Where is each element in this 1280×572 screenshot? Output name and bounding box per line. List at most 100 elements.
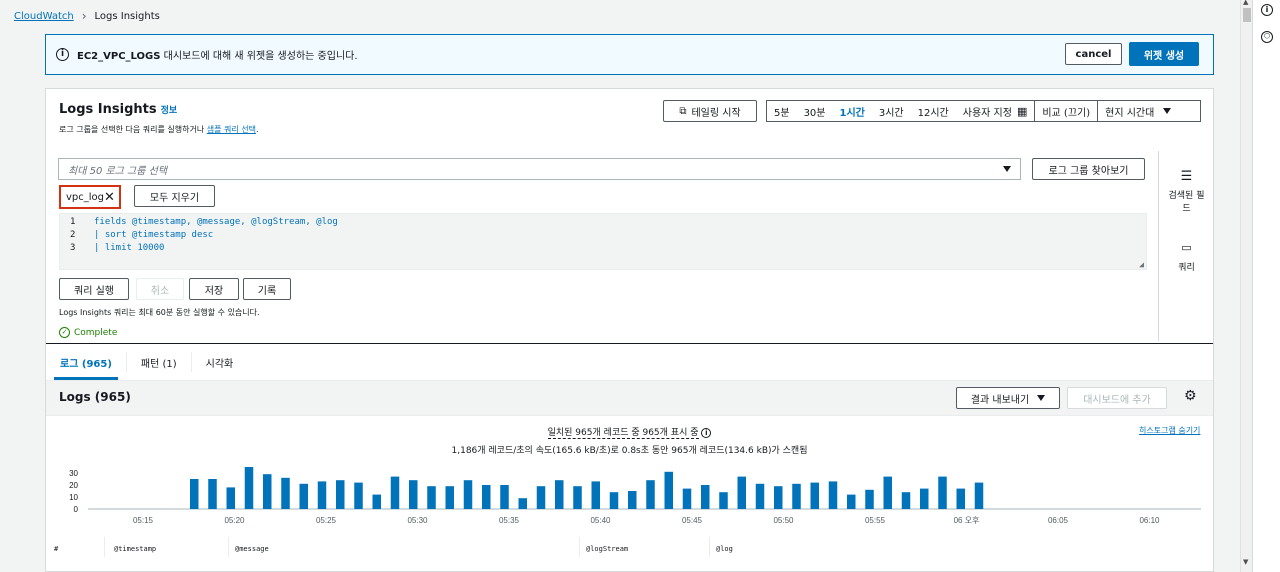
histogram-bar bbox=[536, 486, 546, 509]
query-line-1: fields @timestamp, @message, @logStream,… bbox=[94, 217, 338, 227]
query-editor[interactable]: 1 2 3 fields @timestamp, @message, @logS… bbox=[59, 213, 1147, 270]
cancel-query-button[interactable]: 취소 bbox=[136, 278, 184, 300]
histogram-bar bbox=[664, 471, 673, 509]
export-results-button[interactable]: 결과 내보내기 bbox=[956, 387, 1060, 409]
clear-all-button[interactable]: 모두 지우기 bbox=[134, 185, 215, 207]
info-panel-icon[interactable]: i bbox=[1261, 4, 1273, 16]
tab-logs[interactable]: 로그 (965) bbox=[46, 344, 126, 380]
logs-title: Logs (965) bbox=[59, 390, 131, 404]
query-limit-note: Logs Insights 쿼리는 최대 60분 동안 실행할 수 있습니다. bbox=[59, 308, 260, 317]
queries-toggle[interactable]: ▭ 쿼리 bbox=[1159, 241, 1214, 273]
histogram-bar bbox=[463, 480, 473, 509]
tab-patterns[interactable]: 패턴 (1) bbox=[127, 344, 191, 380]
add-to-dashboard-button[interactable]: 대시보드에 추가 bbox=[1067, 387, 1167, 409]
settings-gear-icon[interactable]: ⚙ bbox=[1184, 388, 1197, 404]
histogram-bar bbox=[628, 491, 637, 509]
caret-down-icon bbox=[1163, 108, 1172, 114]
range-5m[interactable]: 5분 bbox=[767, 101, 797, 121]
start-tailing-button[interactable]: ⧉ 테일링 시작 bbox=[663, 100, 757, 122]
side-panel: ☰ 검색된 필드 ▭ 쿼리 bbox=[1158, 151, 1213, 341]
timezone-select[interactable]: 현지 시간대 bbox=[1097, 101, 1178, 121]
log-group-select[interactable]: 최대 50 로그 그룹 선택 bbox=[58, 158, 1021, 180]
histogram-bar bbox=[755, 483, 765, 509]
histogram-bar bbox=[956, 488, 965, 509]
histogram-bar bbox=[719, 492, 728, 509]
range-12h[interactable]: 12시간 bbox=[911, 101, 956, 121]
histogram-bar bbox=[482, 485, 491, 509]
status-text: Complete bbox=[74, 327, 118, 338]
dashboard-name: EC2_VPC_LOGS bbox=[77, 51, 161, 62]
histogram-bar bbox=[226, 487, 235, 509]
histogram-bar bbox=[847, 494, 856, 509]
matched-records-text: 일치된 965개 레코드 중 965개 표시 중 i bbox=[46, 425, 1213, 439]
x-tick-label: 06 오후 bbox=[954, 516, 980, 525]
y-tick-label: 0 bbox=[74, 505, 79, 514]
page: CloudWatch › Logs Insights i EC2_VPC_LOG… bbox=[0, 0, 1240, 572]
resize-handle-icon[interactable]: ◢ bbox=[1139, 260, 1144, 269]
histogram-bar bbox=[208, 479, 217, 509]
histogram-bar bbox=[190, 479, 199, 509]
histogram-bar bbox=[336, 480, 345, 509]
breadcrumb-cloudwatch-link[interactable]: CloudWatch bbox=[14, 11, 74, 22]
x-tick-label: 06:05 bbox=[1048, 516, 1069, 525]
time-range-selector: 5분 30분 1시간 3시간 12시간 사용자 지정 ▦ 비교 (끄기) 현지 시… bbox=[766, 100, 1201, 122]
log-group-placeholder: 최대 50 로그 그룹 선택 bbox=[68, 165, 168, 177]
close-icon[interactable]: ✕ bbox=[104, 190, 115, 205]
range-30m[interactable]: 30분 bbox=[797, 101, 833, 121]
histogram-bar bbox=[591, 481, 600, 509]
scroll-down-icon[interactable]: ▼ bbox=[1243, 558, 1248, 566]
line-number: 3 bbox=[70, 243, 76, 253]
discovered-fields-toggle[interactable]: ☰ 검색된 필드 bbox=[1159, 169, 1214, 214]
x-tick-label: 05:15 bbox=[133, 516, 154, 525]
history-button[interactable]: 기록 bbox=[243, 278, 291, 300]
histogram-bar bbox=[974, 482, 984, 509]
histogram-bar bbox=[883, 476, 892, 509]
browse-log-groups-button[interactable]: 로그 그룹 찾아보기 bbox=[1032, 158, 1145, 180]
histogram-bar bbox=[281, 477, 290, 509]
histogram-bar bbox=[609, 492, 619, 509]
x-tick-label: 05:25 bbox=[316, 516, 337, 525]
run-query-button[interactable]: 쿼리 실행 bbox=[59, 278, 129, 300]
column-divider bbox=[709, 537, 710, 557]
page-scrollbar[interactable]: ▲ ▼ bbox=[1240, 0, 1252, 572]
create-widget-button[interactable]: 위젯 생성 bbox=[1129, 42, 1199, 66]
col-logstream: @logStream bbox=[586, 545, 629, 553]
save-button[interactable]: 저장 bbox=[189, 278, 239, 300]
range-1h[interactable]: 1시간 bbox=[833, 101, 872, 121]
histogram-bar bbox=[500, 485, 509, 509]
calendar-icon: ▦ bbox=[1016, 104, 1028, 118]
info-link[interactable]: 정보 bbox=[161, 106, 178, 116]
histogram-bar bbox=[901, 492, 911, 509]
compare-toggle[interactable]: 비교 (끄기) bbox=[1034, 101, 1097, 121]
cancel-button[interactable]: cancel bbox=[1065, 43, 1122, 65]
col-timestamp: @timestamp bbox=[114, 545, 157, 553]
chevron-right-icon: › bbox=[81, 9, 87, 23]
check-circle-icon: ✓ bbox=[59, 327, 70, 338]
tab-visualization[interactable]: 시각화 bbox=[192, 344, 248, 380]
range-custom[interactable]: 사용자 지정 ▦ bbox=[956, 101, 1035, 121]
results-tabs: 로그 (965) 패턴 (1) 시각화 bbox=[46, 343, 1213, 381]
x-tick-label: 05:30 bbox=[407, 516, 428, 525]
caret-down-icon bbox=[1037, 395, 1046, 401]
scroll-up-icon[interactable]: ▲ bbox=[1243, 0, 1248, 6]
x-tick-label: 05:40 bbox=[590, 516, 611, 525]
histogram-bar bbox=[865, 489, 874, 509]
col-message: @message bbox=[235, 545, 269, 553]
scrollbar-thumb[interactable] bbox=[1243, 8, 1251, 22]
histogram-bar bbox=[263, 474, 272, 509]
tutorial-icon[interactable]: ⬡ bbox=[1261, 31, 1273, 43]
scan-stats-text: 1,186개 레코드/초의 속도(165.6 kB/초)로 0.8s초 동안 9… bbox=[451, 446, 808, 456]
x-tick-label: 05:35 bbox=[499, 516, 520, 525]
column-divider bbox=[104, 537, 105, 557]
y-tick-label: 10 bbox=[69, 493, 78, 502]
x-tick-label: 05:50 bbox=[773, 516, 794, 525]
hide-histogram-link[interactable]: 히스토그램 숨기기 bbox=[1139, 425, 1200, 436]
sample-query-link[interactable]: 샘플 쿼리 선택 bbox=[207, 125, 256, 134]
col-log: @log bbox=[716, 545, 733, 553]
histogram-bar bbox=[555, 480, 564, 509]
query-line-3: | limit 10000 bbox=[94, 243, 165, 253]
range-3h[interactable]: 3시간 bbox=[872, 101, 911, 121]
panel-description: 로그 그룹을 선택한 다음 쿼리를 실행하거나 샘플 쿼리 선택. bbox=[59, 124, 259, 135]
query-status: ✓ Complete bbox=[59, 327, 117, 338]
histogram-bar bbox=[810, 482, 819, 509]
